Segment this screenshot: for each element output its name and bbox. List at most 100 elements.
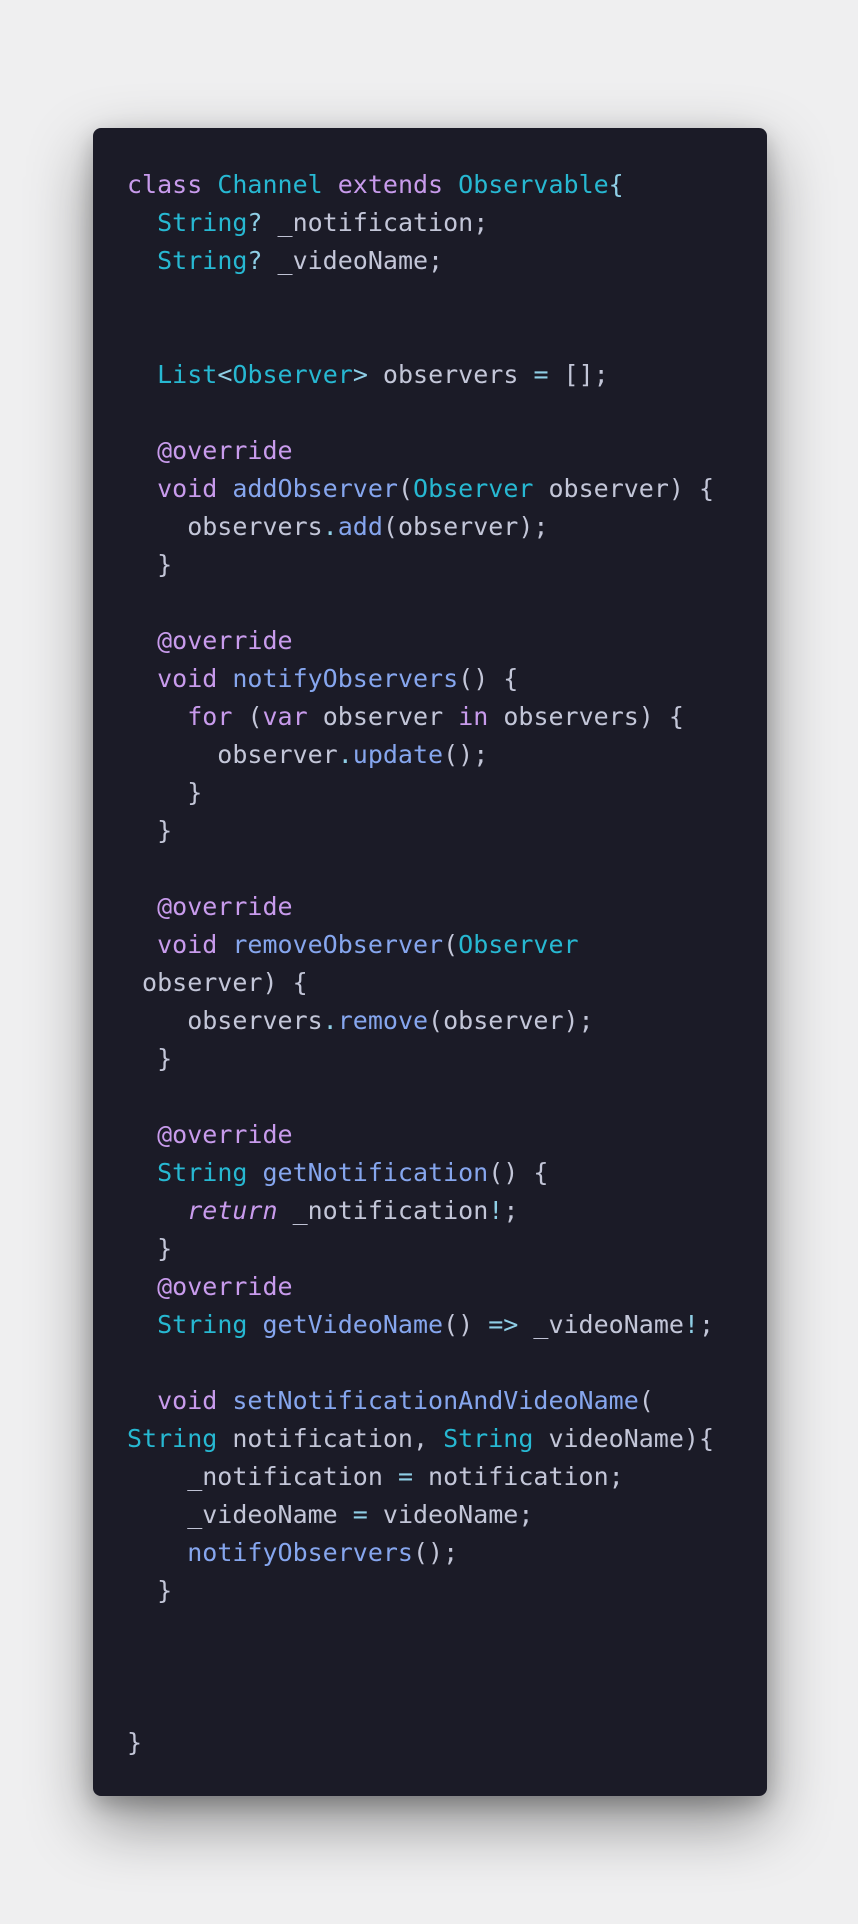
code-block: class Channel extends Observable{ String… [93, 128, 767, 1796]
code-token: void [157, 474, 233, 503]
code-token: observer [127, 740, 338, 769]
code-token: = [352, 1500, 383, 1529]
code-token: Observable [458, 170, 609, 199]
code-token: } [127, 1234, 173, 1263]
code-token: notification, [232, 1424, 444, 1453]
code-token: getNotification [262, 1158, 489, 1187]
code-line: @override [127, 1268, 767, 1306]
code-token: getVideoName [262, 1310, 444, 1339]
code-line: @override [127, 888, 767, 926]
code-line: String getVideoName() => _videoName!; [127, 1306, 767, 1344]
code-token: ? [247, 208, 278, 237]
code-line: observers.add(observer); [127, 508, 767, 546]
code-token: (); [443, 740, 489, 769]
code-line: for (var observer in observers) { [127, 698, 767, 736]
code-line: } [127, 1572, 767, 1610]
code-token: @override [157, 1272, 293, 1301]
code-token: observers [127, 512, 323, 541]
code-line: return _notification!; [127, 1192, 767, 1230]
code-token: () [443, 1310, 489, 1339]
code-token: @override [157, 892, 293, 921]
code-token: notifyObservers [187, 1538, 413, 1567]
code-token: observer) { [548, 474, 715, 503]
code-token: } [127, 1044, 173, 1073]
code-token: notifyObservers [232, 664, 459, 693]
code-token: observer [322, 702, 459, 731]
code-token: void [157, 930, 233, 959]
code-token: observers [127, 1006, 323, 1035]
code-token: (observer); [382, 512, 549, 541]
code-token: _videoName [533, 1310, 684, 1339]
code-line: String notification, String videoName){ [127, 1420, 767, 1458]
code-line: String? _videoName; [127, 242, 767, 280]
code-token: String [157, 1158, 263, 1187]
code-token: remove [337, 1006, 429, 1035]
code-line: } [127, 774, 767, 812]
code-token: void [157, 1386, 233, 1415]
code-token: _videoName [127, 1500, 353, 1529]
code-line: _videoName = videoName; [127, 1496, 767, 1534]
code-line: @override [127, 622, 767, 660]
code-token: List [157, 360, 218, 389]
code-token: ( [247, 702, 263, 731]
code-token: > [352, 360, 383, 389]
code-token: videoName; [382, 1500, 534, 1529]
code-line: _notification = notification; [127, 1458, 767, 1496]
code-token: observer) { [127, 968, 308, 997]
code-line: } [127, 812, 767, 850]
code-token: () { [488, 1158, 549, 1187]
code-token: []; [563, 360, 609, 389]
code-token: @override [157, 626, 293, 655]
code-line: String? _notification; [127, 204, 767, 242]
code-token: { [608, 170, 624, 199]
code-line: List<Observer> observers = []; [127, 356, 767, 394]
code-token: String [157, 208, 248, 237]
code-token: setNotificationAndVideoName [232, 1386, 639, 1415]
code-token: } [127, 550, 173, 579]
page-background: { "code_block": { "language": "dart", "c… [0, 0, 858, 1924]
code-token: add [337, 512, 383, 541]
code-line: observer.update(); [127, 736, 767, 774]
code-token: } [127, 1728, 143, 1757]
code-token: String [127, 1424, 233, 1453]
code-line: } [127, 1040, 767, 1078]
code-token: ! [488, 1196, 504, 1225]
code-token: removeObserver [232, 930, 444, 959]
code-token: class [127, 170, 218, 199]
code-line: void setNotificationAndVideoName( [127, 1382, 767, 1420]
code-token: ? [247, 246, 278, 275]
code-token: addObserver [232, 474, 398, 503]
code-line: class Channel extends Observable{ [127, 166, 767, 204]
code-line: String getNotification() { [127, 1154, 767, 1192]
code-line: void removeObserver(Observer [127, 926, 767, 964]
code-token: update [352, 740, 444, 769]
code-token: Observer [458, 930, 579, 959]
code-token: . [322, 512, 338, 541]
code-token: () { [458, 664, 519, 693]
code-token: _videoName; [277, 246, 444, 275]
code-token: return [187, 1196, 293, 1225]
code-token: @override [157, 1120, 293, 1149]
code-token: ! [683, 1310, 699, 1339]
code-token: } [127, 1576, 173, 1605]
code-token: . [337, 740, 353, 769]
